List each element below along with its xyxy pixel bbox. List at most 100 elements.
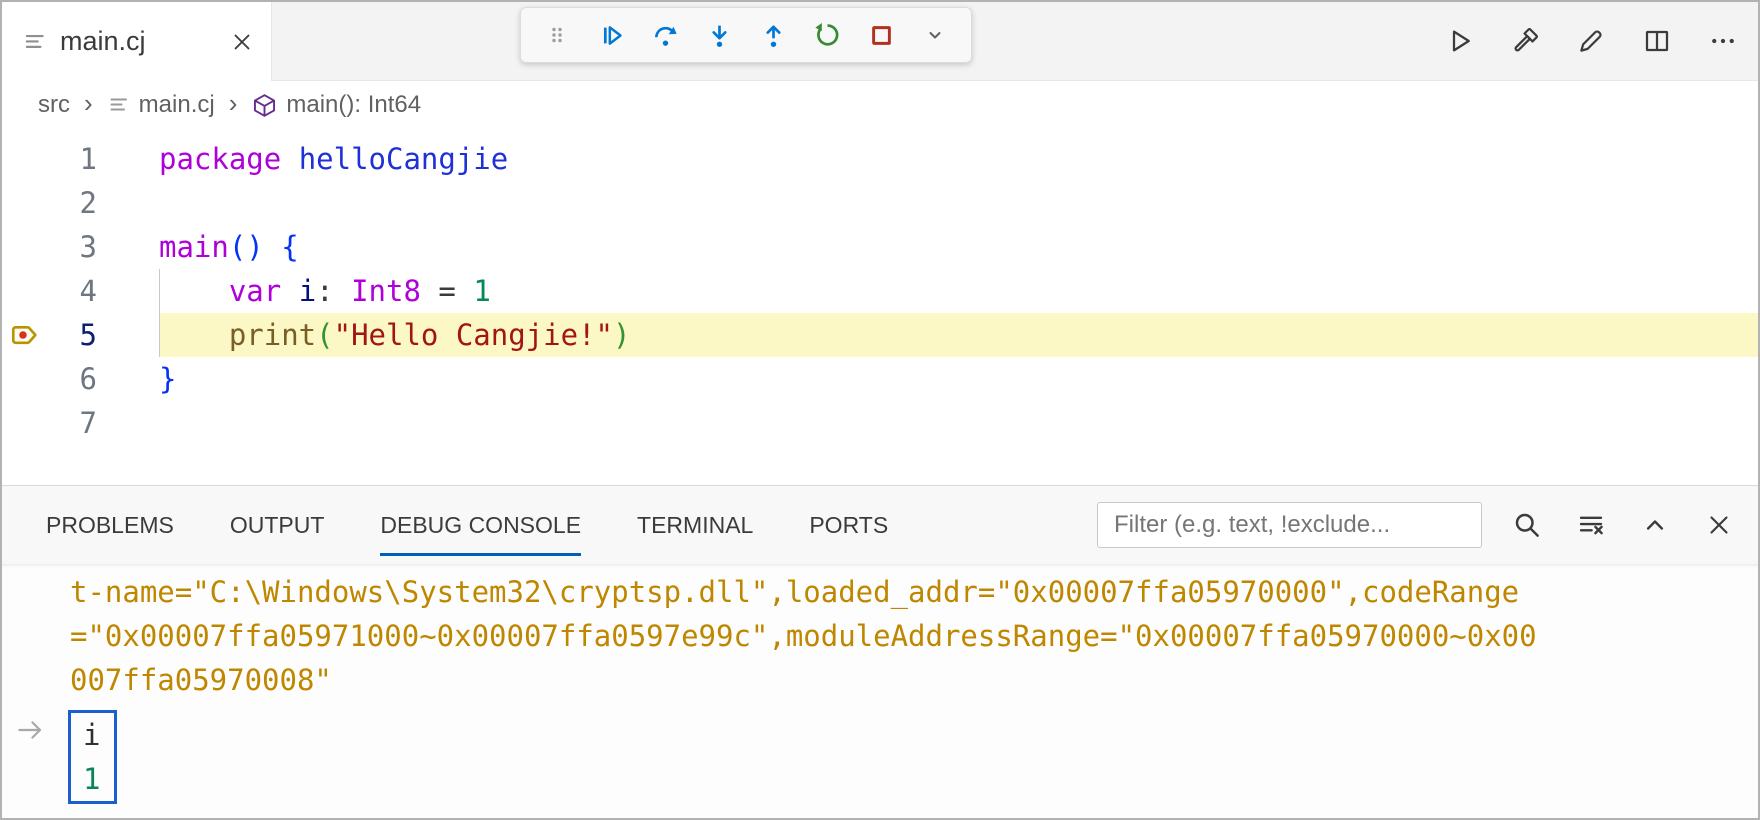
code-line-6[interactable]: 6}	[2, 357, 1758, 401]
code-token: var	[229, 274, 281, 308]
more-actions-button[interactable]	[1702, 20, 1744, 62]
evaluated-expression: i	[83, 713, 100, 757]
line-number: 1	[80, 137, 97, 181]
line-number: 7	[80, 401, 97, 445]
maximize-panel-button[interactable]	[1634, 504, 1676, 546]
editor-gutter[interactable]: 2	[2, 181, 159, 225]
panel-actions	[1506, 504, 1740, 546]
vscode-window: main.cj src › main.cj › main(): Int64 1 packa…	[0, 0, 1760, 820]
editor-gutter[interactable]: 4	[2, 269, 159, 313]
console-output-line: 007ffa05970008"	[70, 658, 1758, 702]
edit-button[interactable]	[1570, 20, 1612, 62]
more-icon	[1708, 26, 1738, 56]
panel-tab-problems[interactable]: PROBLEMS	[46, 486, 174, 564]
panel-header: PROBLEMS OUTPUT DEBUG CONSOLE TERMINAL PORTS	[2, 486, 1758, 564]
panel-tab-output[interactable]: OUTPUT	[230, 486, 325, 564]
run-button[interactable]	[1438, 20, 1480, 62]
edit-icon	[1576, 26, 1606, 56]
file-icon	[107, 93, 131, 117]
step-into-button[interactable]	[695, 11, 743, 59]
step-into-icon	[706, 22, 733, 49]
console-output-line: t-name="C:\Windows\System32\cryptsp.dll"…	[70, 570, 1758, 614]
build-button[interactable]	[1504, 20, 1546, 62]
stop-button[interactable]	[857, 11, 905, 59]
editor-gutter[interactable]: 6	[2, 357, 159, 401]
code-token: Int8	[351, 274, 421, 308]
step-over-button[interactable]	[641, 11, 689, 59]
breadcrumb-item-main-cj[interactable]: main.cj	[107, 91, 215, 119]
code-line-5[interactable]: 5 print("Hello Cangjie!")	[2, 313, 1758, 357]
restart-button[interactable]	[803, 11, 851, 59]
code-line-content	[159, 181, 1758, 225]
code-token	[456, 274, 473, 308]
search-button[interactable]	[1506, 504, 1548, 546]
line-number: 2	[80, 181, 97, 225]
code-token	[281, 142, 298, 176]
panel-tab-terminal[interactable]: TERMINAL	[637, 486, 753, 564]
step-out-icon	[760, 22, 787, 49]
chevron-up-icon	[1640, 510, 1670, 540]
code-token: :	[316, 274, 351, 308]
symbol-package-icon	[251, 92, 278, 119]
code-editor[interactable]: 1package helloCangjie23main() {4 var i: …	[2, 129, 1758, 485]
panel-tab-label: OUTPUT	[230, 512, 325, 539]
code-token: "Hello Cangjie!"	[334, 318, 613, 352]
file-icon	[22, 29, 48, 55]
code-token: {	[281, 230, 298, 264]
code-line-7[interactable]: 7	[2, 401, 1758, 445]
tab-main-cj[interactable]: main.cj	[2, 2, 272, 81]
code-token: ()	[229, 230, 264, 264]
split-editor-button[interactable]	[1636, 20, 1678, 62]
editor-gutter[interactable]: 1	[2, 137, 159, 181]
line-number: 4	[80, 269, 97, 313]
code-line-3[interactable]: 3 main() {	[2, 225, 1758, 269]
code-line-content: var i: Int8 = 1	[159, 269, 1758, 313]
breadcrumb-item-main-int64[interactable]: main(): Int64	[251, 91, 421, 119]
code-line-content: }	[159, 357, 1758, 401]
breakpoint-current-line-icon[interactable]	[10, 320, 40, 350]
debug-console[interactable]: t-name="C:\Windows\System32\cryptsp.dll"…	[2, 564, 1758, 818]
arrow-right-icon	[14, 714, 46, 746]
breadcrumb-label: main.cj	[139, 91, 215, 119]
editor-gutter[interactable]: 5	[2, 313, 159, 357]
run-icon	[1444, 26, 1474, 56]
clear-console-button[interactable]	[1570, 504, 1612, 546]
more-debug-actions-button[interactable]	[911, 11, 959, 59]
search-icon	[1512, 510, 1542, 540]
toolbar-drag-handle[interactable]	[533, 11, 581, 59]
code-line-4[interactable]: 4 var i: Int8 = 1	[2, 269, 1758, 313]
panel-tab-debug-console[interactable]: DEBUG CONSOLE	[380, 486, 581, 564]
code-token: }	[159, 362, 176, 396]
line-number: 6	[80, 357, 97, 401]
continue-icon	[598, 22, 625, 49]
filter-input[interactable]	[1097, 502, 1482, 548]
code-token: package	[159, 142, 281, 176]
editor-gutter[interactable]: 3	[2, 225, 159, 269]
code-token: 1	[473, 274, 490, 308]
code-line-1[interactable]: 1package helloCangjie	[2, 137, 1758, 181]
code-token	[159, 274, 229, 308]
code-token: i	[299, 274, 316, 308]
close-tab-icon[interactable]	[229, 29, 255, 55]
code-token: main	[159, 230, 229, 264]
breadcrumb-separator: ›	[82, 88, 95, 123]
continue-button[interactable]	[587, 11, 635, 59]
tab-label: main.cj	[60, 26, 146, 57]
bottom-panel: PROBLEMS OUTPUT DEBUG CONSOLE TERMINAL PORTS…	[2, 485, 1758, 818]
line-number: 3	[80, 225, 97, 269]
code-line-content	[159, 401, 1758, 445]
editor-gutter[interactable]: 7	[2, 401, 159, 445]
evaluation-result: 1	[83, 757, 100, 801]
panel-tab-ports[interactable]: PORTS	[809, 486, 888, 564]
breadcrumb-label: src	[38, 91, 70, 119]
step-out-button[interactable]	[749, 11, 797, 59]
breadcrumb-item-src[interactable]: src	[38, 91, 70, 119]
code-line-2[interactable]: 2	[2, 181, 1758, 225]
evaluation-box[interactable]: i 1	[68, 710, 117, 804]
close-panel-button[interactable]	[1698, 504, 1740, 546]
code-line-content: print("Hello Cangjie!")	[159, 313, 1758, 357]
console-evaluation: i 1	[70, 710, 1758, 804]
editor-tab-bar: main.cj	[2, 2, 1758, 81]
console-output: t-name="C:\Windows\System32\cryptsp.dll"…	[70, 570, 1758, 702]
breadcrumb-separator: ›	[227, 88, 240, 123]
